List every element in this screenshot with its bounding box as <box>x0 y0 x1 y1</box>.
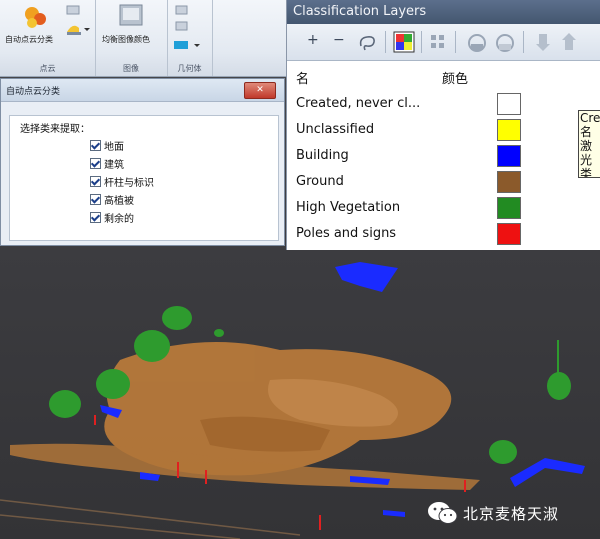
lasso-icon[interactable] <box>357 32 379 52</box>
tooltip-line: 类标 <box>580 167 593 178</box>
class-select-group: 选择类来提取： 地面 建筑 杆柱与标识 高植被 剩余的 <box>9 115 279 241</box>
column-header-name[interactable]: 名 <box>296 68 309 87</box>
column-header-color[interactable]: 颜色 <box>442 68 468 87</box>
geometry-dropdown-icon[interactable] <box>173 38 203 52</box>
auto-classify-icon[interactable] <box>22 4 50 30</box>
dialog-title: 自动点云分类 <box>6 87 61 97</box>
visibility-on-icon[interactable] <box>465 32 489 52</box>
layer-row[interactable]: Building <box>287 144 600 170</box>
layer-row[interactable]: Unclassified <box>287 118 600 144</box>
dropdown-tool-icon[interactable] <box>65 20 91 36</box>
watermark-text: 北京麦格天淑 <box>463 505 560 523</box>
tooltip-line: Cre <box>580 111 600 125</box>
toolbar-separator <box>385 31 386 53</box>
layer-row[interactable]: High Vegetation <box>287 196 600 222</box>
layers-toolbar: + − <box>287 24 600 61</box>
move-up-icon[interactable] <box>559 32 579 52</box>
layer-color-swatch[interactable] <box>497 171 521 193</box>
ribbon-toolbar: 自动点云分类 点云 均衡图像颜色 图像 几何体 <box>0 0 286 77</box>
wechat-icon <box>428 502 458 524</box>
layer-color-swatch[interactable] <box>497 93 521 115</box>
checkbox-label: 建筑 <box>104 160 124 171</box>
balance-image-icon[interactable] <box>119 4 143 26</box>
layers-small-icon[interactable] <box>66 4 80 16</box>
add-layer-button[interactable]: + <box>307 32 319 48</box>
checkbox-building[interactable]: 建筑 <box>90 156 124 171</box>
layer-name: Ground <box>296 174 344 189</box>
ribbon-group-geometry: 几何体 <box>167 0 213 76</box>
layer-name: Unclassified <box>296 122 375 137</box>
auto-classify-dialog: 自动点云分类 ✕ 选择类来提取： 地面 建筑 杆柱与标识 高植被 剩余的 <box>0 78 285 246</box>
layer-color-swatch[interactable] <box>497 197 521 219</box>
toolbar-separator <box>523 31 524 53</box>
balance-image-button[interactable]: 均衡图像颜色 <box>102 34 150 45</box>
layer-row[interactable]: Ground <box>287 170 600 196</box>
remove-layer-button[interactable]: − <box>333 32 345 48</box>
ground-points <box>10 342 480 490</box>
classification-layers-panel: Classification Layers + − 名 颜色 Created, … <box>286 0 600 250</box>
close-icon: ✕ <box>256 85 264 95</box>
dialog-title-bar[interactable]: 自动点云分类 ✕ <box>1 79 284 102</box>
select-class-label: 选择类来提取： <box>20 124 90 135</box>
layer-name: Created, never cl... <box>296 96 421 111</box>
layer-color-swatch[interactable] <box>497 145 521 167</box>
geometry-tool-2-icon[interactable] <box>175 20 189 32</box>
dialog-close-button[interactable]: ✕ <box>244 82 276 99</box>
layer-color-swatch[interactable] <box>497 119 521 141</box>
layer-name: High Vegetation <box>296 200 401 215</box>
layers-panel-title: Classification Layers <box>293 4 427 19</box>
visibility-off-icon[interactable] <box>493 32 517 52</box>
layer-tooltip: Cre 名 激光 类标 <box>578 110 600 178</box>
layers-table: 名 颜色 Created, never cl... Unclassified Bui… <box>287 64 600 250</box>
checkbox-ground[interactable]: 地面 <box>90 138 124 153</box>
checkbox-label: 高植被 <box>104 196 134 207</box>
toolbar-separator <box>455 31 456 53</box>
ribbon-group-label-image: 图像 <box>123 64 139 73</box>
checkbox-checked-icon[interactable] <box>90 140 101 151</box>
layer-row[interactable]: Poles and signs <box>287 222 600 248</box>
checkbox-label: 剩余的 <box>104 214 134 225</box>
checkbox-checked-icon[interactable] <box>90 212 101 223</box>
ribbon-group-label-pointcloud: 点云 <box>39 64 56 73</box>
auto-classify-button[interactable]: 自动点云分类 <box>5 34 53 45</box>
checkbox-label: 地面 <box>104 142 124 153</box>
move-down-icon[interactable] <box>533 32 553 52</box>
checkbox-high-vegetation[interactable]: 高植被 <box>90 192 134 207</box>
checkbox-checked-icon[interactable] <box>90 176 101 187</box>
road-lines <box>0 499 301 539</box>
ribbon-group-image: 均衡图像颜色 图像 <box>95 0 168 76</box>
tooltip-line: 名 <box>580 125 593 139</box>
checkbox-remaining[interactable]: 剩余的 <box>90 210 134 225</box>
checkbox-checked-icon[interactable] <box>90 158 101 169</box>
checkbox-poles-signs[interactable]: 杆柱与标识 <box>90 174 154 189</box>
layer-name: Building <box>296 148 349 163</box>
layer-name: Poles and signs <box>296 226 397 241</box>
layer-row[interactable]: Created, never cl... <box>287 92 600 118</box>
color-palette-icon[interactable] <box>393 31 415 53</box>
layers-title-bar[interactable]: Classification Layers <box>287 0 600 24</box>
checkbox-checked-icon[interactable] <box>90 194 101 205</box>
checkbox-label: 杆柱与标识 <box>104 178 154 189</box>
layer-color-swatch[interactable] <box>497 223 521 245</box>
ribbon-group-label-geometry: 几何体 <box>177 64 202 73</box>
geometry-tool-icon[interactable] <box>175 4 189 16</box>
toolbar-separator <box>421 31 422 53</box>
grid-icon[interactable] <box>429 33 447 51</box>
ribbon-group-pointcloud: 自动点云分类 点云 <box>0 0 96 76</box>
tooltip-line: 激光 <box>580 139 593 167</box>
